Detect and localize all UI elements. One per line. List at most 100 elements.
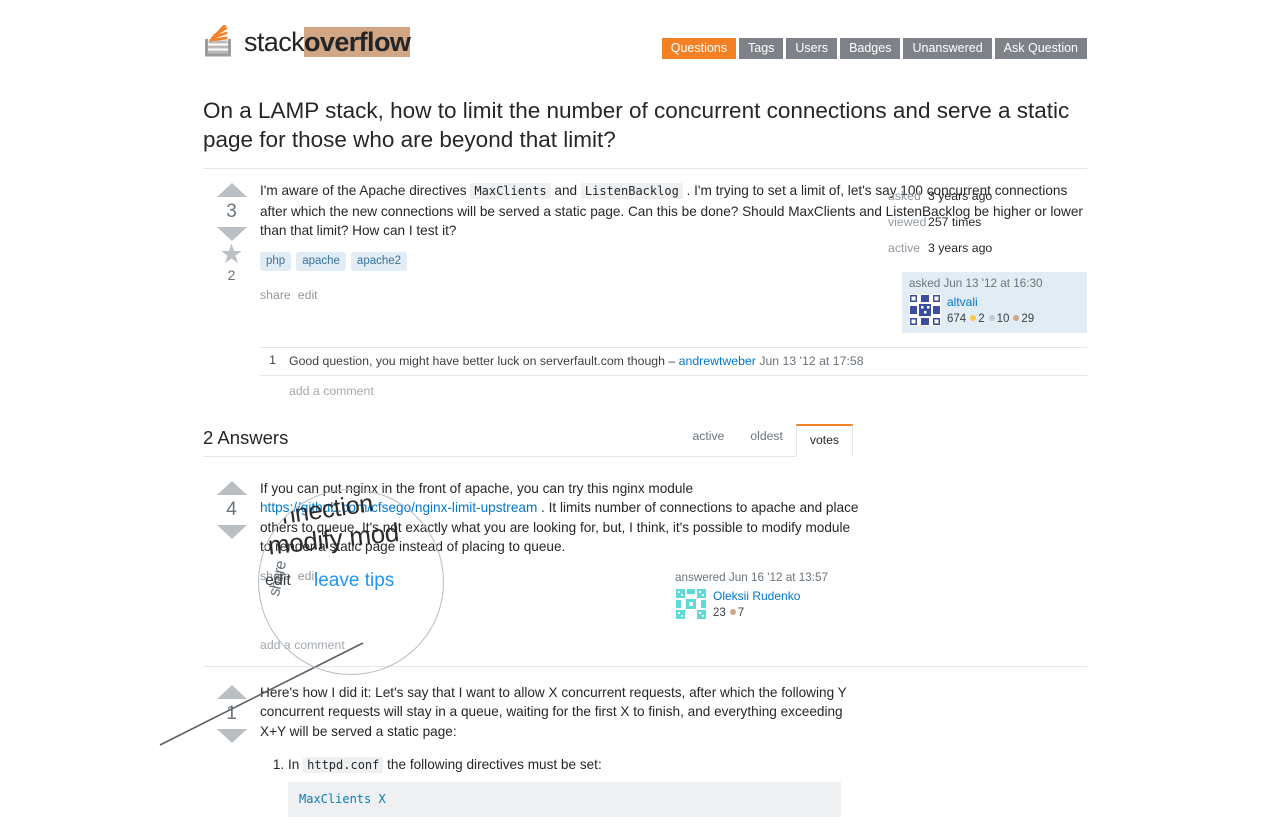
stat-label-asked: asked (888, 189, 921, 203)
nav-item-unanswered[interactable]: Unanswered (903, 38, 992, 59)
answer1-text-part2: the front of apache, you can try this ng… (392, 480, 693, 496)
answer1-author-card: answered Jun 16 '12 at 13:57 Oleksii Rud… (675, 571, 860, 620)
nav-item-tags[interactable]: Tags (739, 38, 784, 59)
answer1-body-text: If you can put nginx in the front of apa… (260, 479, 860, 557)
answer1-upvote-icon[interactable] (216, 480, 247, 495)
stat-row-viewed: viewed 257 times (888, 209, 1098, 235)
question-stats-sidebar: asked 3 years ago viewed 257 times activ… (888, 183, 1098, 261)
answer2-step1-pre: In (288, 757, 304, 772)
comment-text: Good question, you might have better luc… (289, 353, 864, 369)
answer1-answered-time: answered Jun 16 '12 at 13:57 (675, 570, 828, 584)
gold-badge-count: 2 (978, 312, 985, 325)
avatar[interactable] (675, 587, 707, 620)
bronze-badge-icon (729, 608, 736, 615)
answer1-author-info: Oleksii Rudenko 23 7 (713, 588, 800, 620)
question-edit-link[interactable]: edit (298, 288, 318, 302)
top-navigation: Questions Tags Users Badges Unanswered A… (661, 38, 1087, 59)
answer1-downvote-icon[interactable] (216, 524, 247, 539)
comment-row: 1 Good question, you might have better l… (260, 348, 1087, 376)
question-author-info: altvali 674 2 10 29 (947, 294, 1034, 326)
answer1-vote-cell: 4 (203, 479, 260, 652)
stat-label-active: active (888, 241, 921, 255)
answer2-body-text: Here's how I did it: Let's say that I wa… (260, 683, 860, 742)
reputation-value: 23 (713, 606, 726, 619)
question-text-part2: and (550, 183, 581, 198)
bronze-badge-count: 7 (737, 606, 745, 619)
answer2-step1-post: the following directives must be set: (383, 757, 602, 772)
answer2-vote-cell: 1 (203, 683, 260, 826)
question-text-part1: I'm aware of the Apache directives (260, 183, 471, 198)
logo-text-bold: overflow (304, 26, 411, 57)
nav-item-ask-question[interactable]: Ask Question (994, 38, 1087, 59)
sort-tab-active[interactable]: active (679, 422, 737, 449)
sort-tab-votes[interactable]: votes (795, 423, 853, 457)
stat-row-active: active 3 years ago (888, 235, 1098, 261)
stackoverflow-question-page: stackoverflow Questions Tags Users Badge… (0, 0, 1280, 817)
question-author-reputation-row: 674 2 10 29 (947, 312, 1034, 326)
answer1-author-name[interactable]: Oleksii Rudenko (713, 589, 800, 603)
answer1-text-part1: If you can (260, 480, 323, 496)
comment-score: 1 (269, 352, 276, 367)
answer-post-1: 4 If you can put nginx in the front of a… (203, 457, 1087, 652)
answer2-upvote-icon[interactable] (216, 684, 247, 699)
answer-post-2: 1 Here's how I did it: Let's say that I … (203, 665, 1087, 826)
answer1-author-reputation-row: 23 7 (713, 606, 800, 620)
question-asked-time: asked Jun 13 '12 at 16:30 (909, 276, 1043, 290)
answer1-text-hidden: put nginx in (322, 480, 393, 496)
answer1-signature-row: answered Jun 16 '12 at 13:57 Oleksii Rud… (260, 571, 860, 620)
question-vote-cell: 3 ★ 2 (203, 181, 260, 398)
answer2-downvote-icon[interactable] (216, 728, 247, 743)
tag-php[interactable]: php (260, 251, 292, 271)
answer2-code-block: MaxClients X (288, 781, 841, 817)
question-add-comment-link[interactable]: add a comment (260, 376, 1087, 398)
question-title[interactable]: On a LAMP stack, how to limit the number… (203, 96, 1093, 154)
stat-row-asked: asked 3 years ago (888, 183, 1098, 209)
silver-badge-count: 10 (996, 312, 1010, 325)
site-header: stackoverflow Questions Tags Users Badge… (0, 0, 1280, 78)
answer2-steps-list: In httpd.conf the following directives m… (260, 755, 860, 817)
bronze-badge-icon (1013, 314, 1020, 321)
answer2-score: 1 (226, 702, 237, 724)
tag-apache2[interactable]: apache2 (350, 251, 408, 271)
tag-apache[interactable]: apache (296, 251, 346, 271)
nav-item-badges[interactable]: Badges (840, 38, 901, 59)
question-author-name[interactable]: altvali (947, 295, 978, 309)
stackoverflow-logo-icon (203, 23, 237, 59)
favorite-count: 2 (227, 267, 236, 283)
question-comments: 1 Good question, you might have better l… (260, 346, 1087, 398)
answer1-score: 4 (226, 498, 237, 520)
answers-header: 2 Answers active oldest votes (203, 422, 853, 457)
sort-tab-oldest[interactable]: oldest (737, 422, 796, 449)
silver-badge-icon (988, 314, 995, 321)
answer2-code-httpdconf: httpd.conf (303, 757, 384, 773)
answer1-module-link[interactable]: https://github.com/cfsego/nginx-limit-up… (260, 500, 537, 515)
stat-value-viewed: 257 times (928, 215, 982, 229)
bronze-badge-count: 29 (1021, 312, 1035, 325)
question-score: 3 (226, 201, 237, 222)
stat-value-asked: 3 years ago (928, 189, 993, 203)
question-author-card: asked Jun 13 '12 at 16:30 altvali 674 2 … (902, 271, 1087, 333)
question-upvote-icon[interactable] (216, 183, 247, 197)
answer1-edit-link[interactable]: edit (298, 569, 318, 583)
answer1-add-comment-link[interactable]: add a comment (260, 630, 860, 652)
answer1-share-link[interactable]: share (260, 569, 291, 583)
site-logo-text: stackoverflow (244, 26, 411, 58)
reputation-value: 674 (947, 312, 967, 325)
question-signature-row: asked Jun 13 '12 at 16:30 altvali 674 2 … (260, 271, 1087, 333)
answer2-intro-paragraph: Here's how I did it: Let's say that I wa… (260, 684, 847, 739)
stat-label-viewed: viewed (888, 215, 927, 229)
nav-item-questions[interactable]: Questions (661, 38, 736, 59)
comment-author[interactable]: andrewtweber (679, 354, 756, 368)
avatar[interactable] (909, 293, 941, 326)
gold-badge-icon (970, 314, 977, 321)
site-logo[interactable]: stackoverflow (203, 23, 411, 59)
question-share-link[interactable]: share (260, 288, 291, 302)
answer1-comments: add a comment (260, 630, 860, 652)
logo-text-light: stack (244, 26, 305, 57)
stat-value-active: 3 years ago (928, 241, 993, 255)
nav-item-users[interactable]: Users (786, 38, 838, 59)
favorite-star-icon[interactable]: ★ (203, 241, 260, 268)
question-code-listenbacklog: ListenBacklog (580, 183, 683, 199)
answer1-body-column: If you can put nginx in the front of apa… (260, 479, 860, 652)
comment-time: Jun 13 '12 at 17:58 (759, 353, 864, 368)
